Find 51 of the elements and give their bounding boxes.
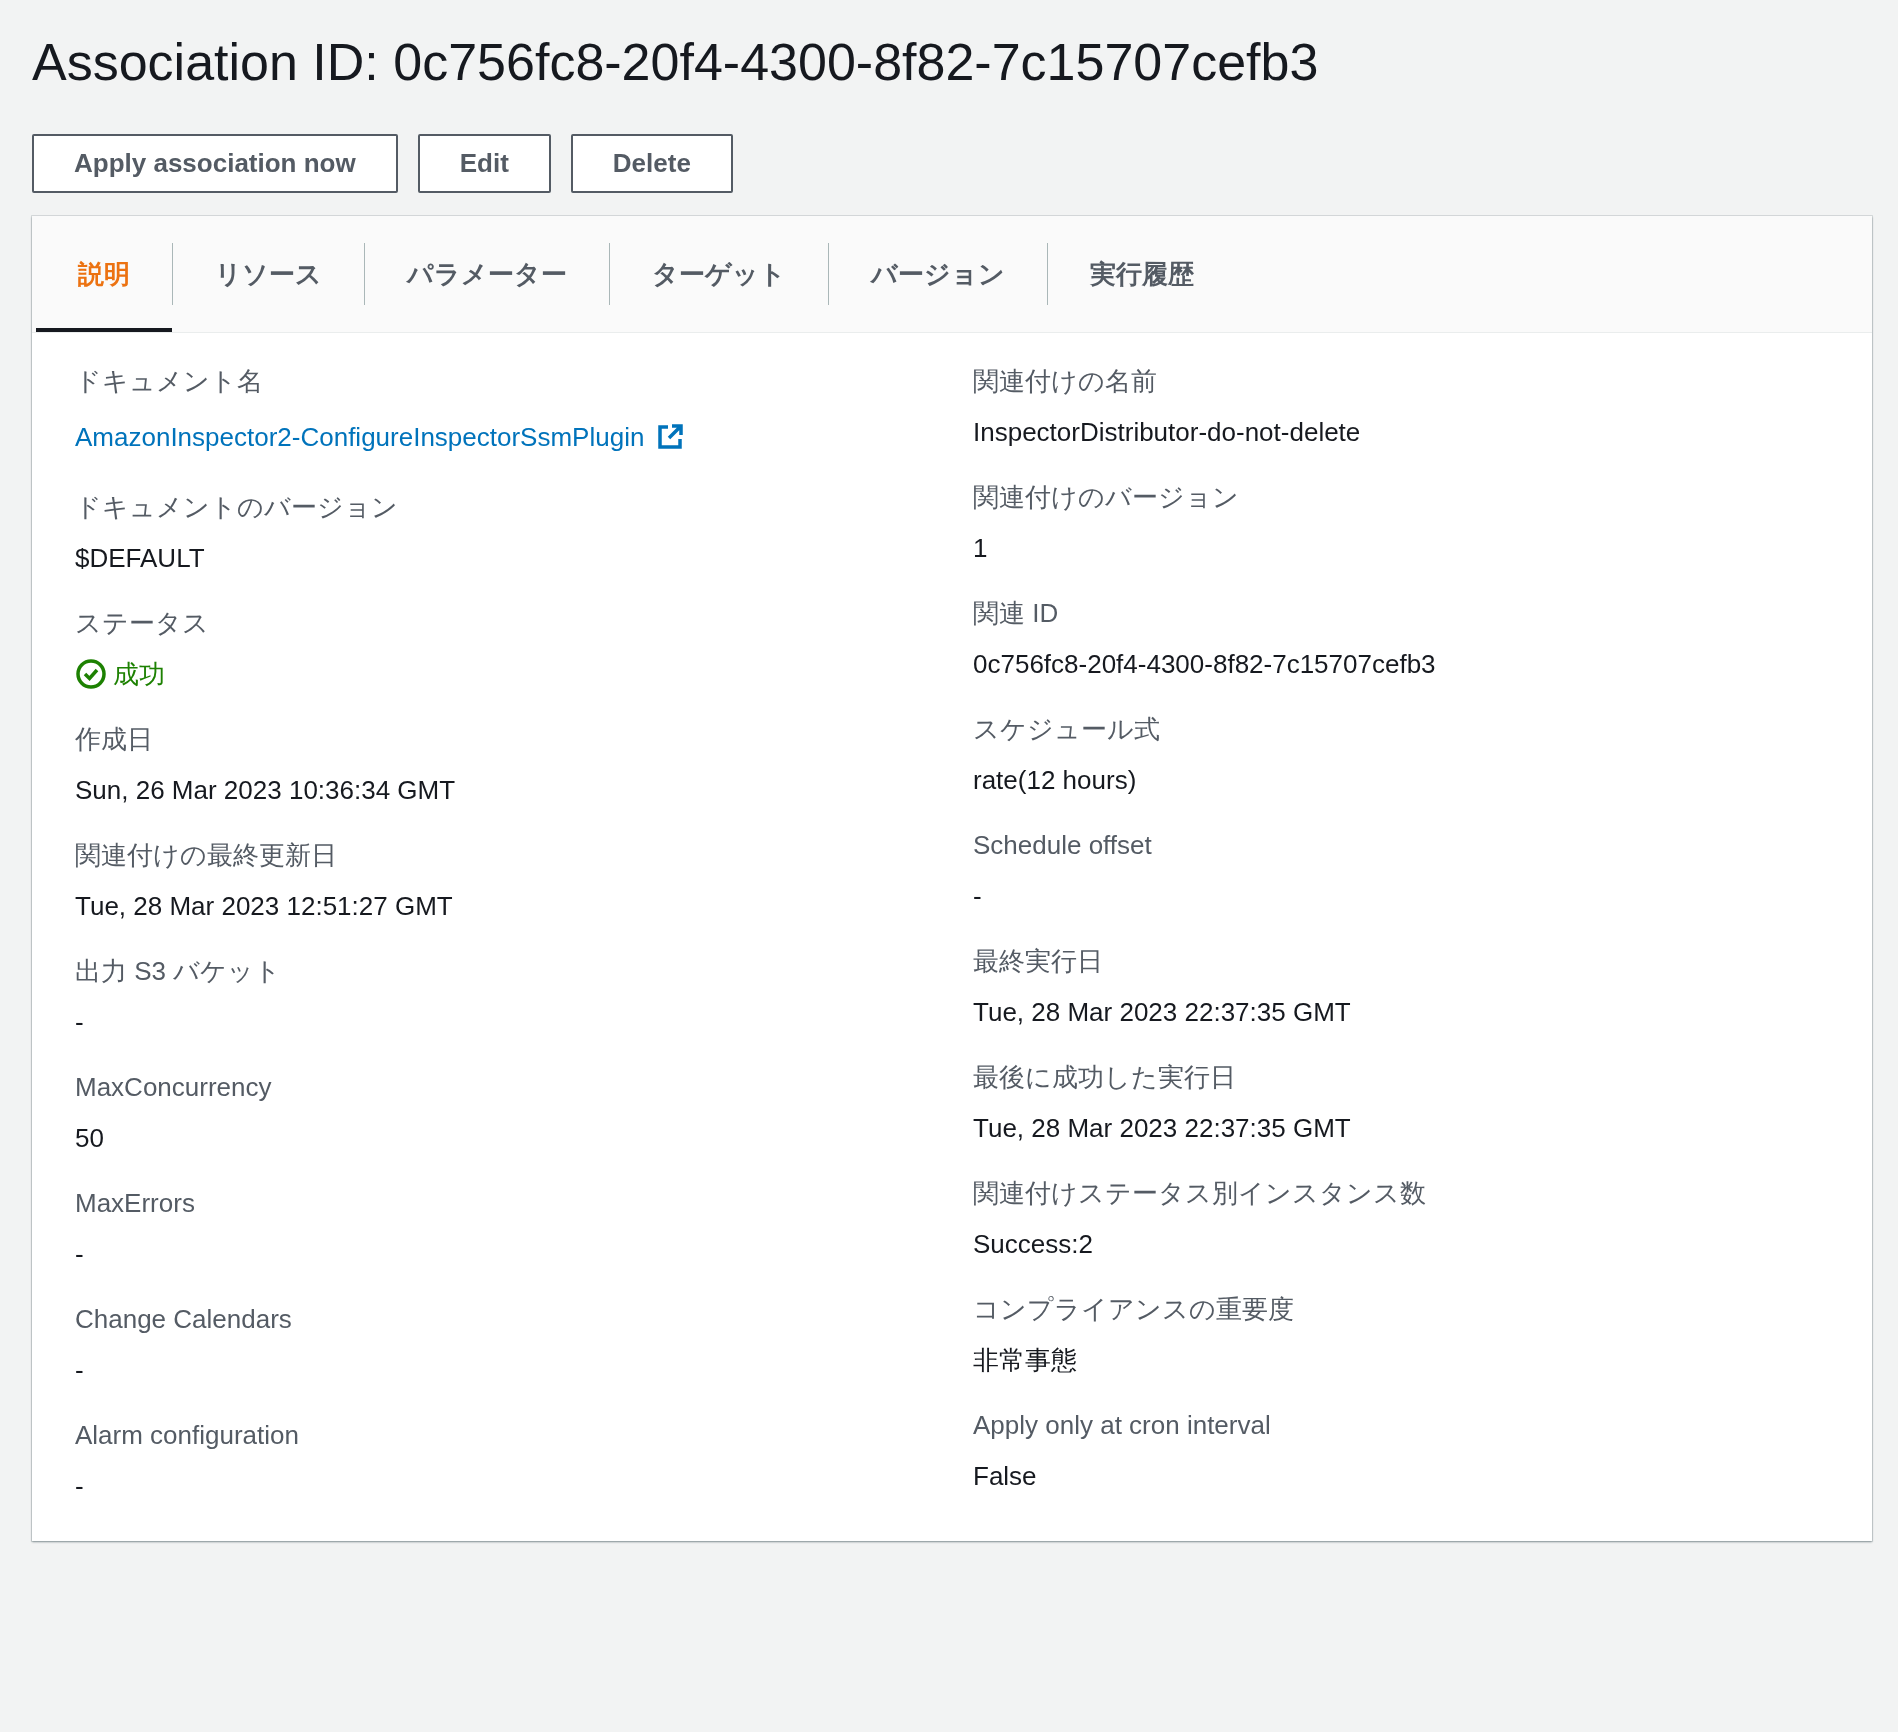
field-label: MaxErrors: [75, 1187, 196, 1220]
field-label: ドキュメント名: [75, 365, 264, 398]
field-value: False: [973, 1460, 1038, 1493]
status-value: 成功: [75, 655, 165, 693]
field-value: -: [75, 1354, 85, 1387]
field-label: 関連付けステータス別インスタンス数: [973, 1177, 1427, 1210]
tab[interactable]: リソース: [173, 216, 364, 332]
tab[interactable]: パラメーター: [365, 216, 609, 332]
field-label: 最終実行日: [973, 945, 1104, 978]
check-circle-icon: [75, 658, 107, 690]
external-link-icon: [656, 423, 685, 451]
field-label: Change Calendars: [75, 1303, 293, 1336]
field-label: 関連付けの最終更新日: [75, 839, 338, 872]
field-value: 0c756fc8-20f4-4300-8f82-7c15707cefb3: [973, 648, 1437, 681]
action-button[interactable]: Delete: [570, 134, 733, 193]
field-value: -: [75, 1470, 85, 1503]
field-label: 作成日: [75, 723, 154, 756]
field-label: 関連 ID: [973, 597, 1060, 630]
action-button[interactable]: Edit: [417, 134, 551, 193]
field-value: rate(12 hours): [973, 764, 1138, 797]
field-label: MaxConcurrency: [75, 1071, 273, 1104]
field-label: ステータス: [75, 607, 210, 640]
field-label: 関連付けのバージョン: [973, 481, 1240, 514]
field-value: Tue, 28 Mar 2023 12:51:27 GMT: [75, 890, 454, 923]
field-label: 関連付けの名前: [973, 365, 1158, 398]
field-value: Success:2: [973, 1228, 1094, 1261]
document-link[interactable]: AmazonInspector2-ConfigureInspectorSsmPlugin: [75, 413, 685, 461]
field-label: コンプライアンスの重要度: [973, 1293, 1295, 1326]
field-value: -: [75, 1006, 85, 1039]
field-value: Tue, 28 Mar 2023 22:37:35 GMT: [973, 996, 1352, 1029]
field-label: Apply only at cron interval: [973, 1409, 1272, 1442]
field-value: $DEFAULT: [75, 542, 206, 575]
field-value: Sun, 26 Mar 2023 10:36:34 GMT: [75, 774, 457, 807]
field-label: スケジュール式: [973, 713, 1161, 746]
page-title: Association ID: 0c756fc8-20f4-4300-8f82-7c15707cefb3: [32, 32, 1320, 93]
field-label: 最後に成功した実行日: [973, 1061, 1237, 1094]
tab[interactable]: 実行履歴: [1048, 216, 1236, 332]
field-value: -: [973, 880, 983, 913]
action-button[interactable]: Apply association now: [32, 134, 398, 193]
field-value: InspectorDistributor-do-not-delete: [973, 416, 1362, 449]
tab[interactable]: バージョン: [829, 216, 1047, 332]
field-label: Alarm configuration: [75, 1419, 300, 1452]
tab[interactable]: ターゲット: [610, 216, 828, 332]
field-value: 1: [973, 532, 989, 565]
field-label: 出力 S3 バケット: [75, 955, 283, 988]
field-value: 50: [75, 1122, 105, 1155]
field-label: ドキュメントのバージョン: [75, 491, 399, 524]
field-value: Tue, 28 Mar 2023 22:37:35 GMT: [973, 1112, 1352, 1145]
field-value: -: [75, 1238, 85, 1271]
field-value: 非常事態: [973, 1344, 1078, 1377]
field-label: Schedule offset: [973, 829, 1153, 862]
